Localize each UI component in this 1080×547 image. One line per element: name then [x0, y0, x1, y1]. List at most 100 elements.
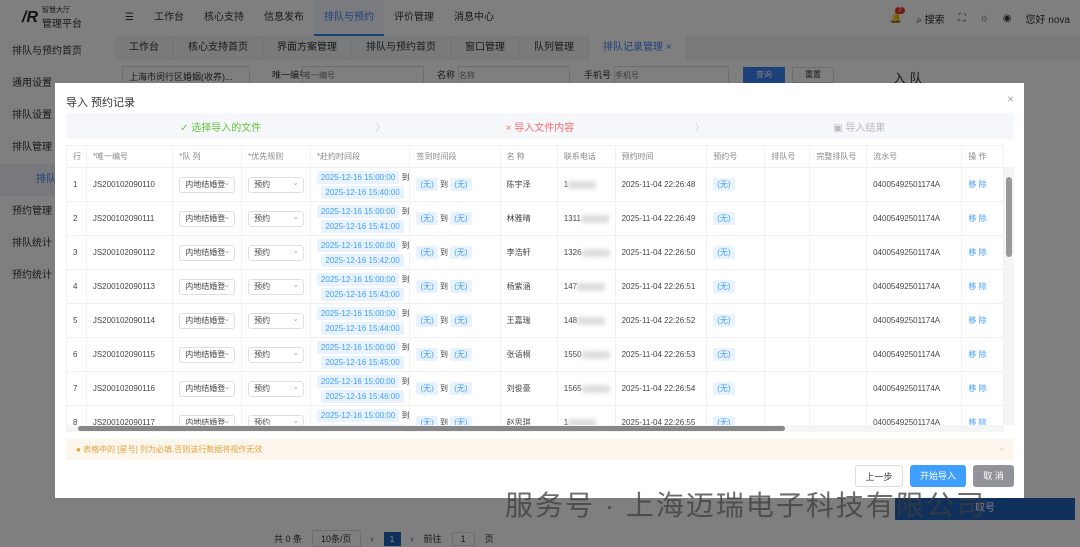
phone-blur — [581, 350, 610, 359]
table-row: 7 JS200102090116 内地结婚登预约 2025-12-16 15:00… — [66, 371, 1004, 406]
appointment-no: (无) — [713, 416, 735, 425]
watermark: 服务号 · 上海迈瑞电子科技有限公司 — [505, 490, 986, 521]
queue-select[interactable]: 内地结婚登 — [179, 278, 236, 295]
unique-id: JS200102090113 — [92, 282, 155, 291]
name: 陈宇泽 — [506, 180, 531, 189]
appointment-no: (无) — [713, 348, 735, 361]
start-time: 2025-12-16 15:00:00 — [316, 272, 400, 286]
column-header: 名 称 — [499, 145, 558, 168]
step-arrow-icon: 〉 — [694, 122, 705, 134]
appointment-time: 2025-11-04 22:26:49 — [621, 214, 696, 223]
serial-no: 04005492501174A — [873, 384, 941, 393]
to-label: 到 — [401, 206, 410, 216]
step-select-file: ✓ 选择导入的文件 — [180, 122, 262, 134]
modal-title: 导入 预约记录 — [66, 97, 136, 109]
queue-select[interactable]: 内地结婚登 — [179, 210, 236, 227]
row-number: 1 — [73, 180, 78, 189]
queue-select[interactable]: 内地结婚登 — [179, 414, 236, 425]
to-label: 到 — [440, 282, 449, 291]
queue-select[interactable]: 内地结婚登 — [179, 244, 236, 261]
checkin-start: (无) — [416, 212, 438, 225]
phone: 1326 — [563, 248, 582, 257]
vertical-scrollbar[interactable] — [1004, 167, 1014, 425]
appointment-time: 2025-11-04 22:26:51 — [621, 282, 696, 291]
start-time: 2025-12-16 15:00:00 — [316, 204, 400, 218]
remove-link[interactable]: 移 除 — [968, 248, 986, 257]
checkin-end: (无) — [450, 178, 472, 191]
column-header: 联系电话 — [556, 145, 616, 168]
column-header: 操 作 — [961, 145, 1004, 168]
serial-no: 04005492501174A — [873, 418, 941, 425]
warning-close-icon[interactable]: × — [999, 439, 1004, 460]
remove-link[interactable]: 移 除 — [968, 316, 986, 325]
remove-link[interactable]: 移 除 — [968, 282, 986, 291]
priority-select[interactable]: 预约 — [248, 278, 305, 295]
queue-select[interactable]: 内地结婚登 — [179, 346, 236, 363]
table-row: 5 JS200102090114 内地结婚登预约 2025-12-16 15:00… — [66, 303, 1004, 338]
step-arrow-icon: 〉 — [375, 122, 386, 134]
appointment-time: 2025-11-04 22:26:55 — [621, 418, 696, 425]
remove-link[interactable]: 移 除 — [968, 214, 986, 223]
row-number: 7 — [73, 384, 78, 393]
end-time: 2025-12-16 15:45:00 — [321, 355, 404, 369]
priority-select[interactable]: 预约 — [248, 244, 305, 261]
remove-link[interactable]: 移 除 — [968, 350, 986, 359]
to-label: 到 — [401, 410, 410, 420]
to-label: 到 — [440, 418, 449, 425]
column-header: 完整排队号 — [809, 145, 868, 168]
queue-select[interactable]: 内地结婚登 — [179, 312, 236, 329]
checkin-start: (无) — [416, 382, 438, 395]
table-row: 2 JS200102090111 内地结婚登预约 2025-12-16 15:00… — [66, 201, 1004, 236]
queue-select[interactable]: 内地结婚登 — [179, 176, 236, 193]
unique-id: JS200102090111 — [92, 214, 155, 223]
priority-select[interactable]: 预约 — [248, 380, 305, 397]
phone-blur — [581, 248, 610, 257]
remove-link[interactable]: 移 除 — [968, 384, 986, 393]
table-row: 6 JS200102090115 内地结婚登预约 2025-12-16 15:00… — [66, 337, 1004, 372]
warning-text: 表格中的 [星号] 列为必填,否则该行数据将视作无效 — [83, 445, 263, 454]
to-label: 到 — [401, 240, 410, 250]
priority-select[interactable]: 预约 — [248, 346, 305, 363]
table-row: 3 JS200102090112 内地结婚登预约 2025-12-16 15:00… — [66, 235, 1004, 270]
column-header: *优先规则 — [241, 145, 311, 168]
checkin-start: (无) — [416, 348, 438, 361]
phone: 1311 — [563, 214, 581, 223]
end-time: 2025-12-16 15:40:00 — [321, 185, 404, 199]
serial-no: 04005492501174A — [873, 248, 941, 257]
phone-blur — [568, 180, 597, 189]
name: 王嘉瑞 — [506, 316, 531, 325]
end-time: 2025-12-16 15:43:00 — [321, 287, 404, 301]
step-import-content: × 导入文件内容 — [505, 122, 575, 134]
checkin-start: (无) — [416, 314, 438, 327]
start-time: 2025-12-16 15:00:00 — [316, 374, 400, 388]
priority-select[interactable]: 预约 — [248, 176, 305, 193]
checkin-start: (无) — [416, 416, 438, 425]
end-time: 2025-12-16 15:46:00 — [321, 389, 404, 403]
remove-link[interactable]: 移 除 — [968, 418, 986, 425]
checkin-start: (无) — [416, 246, 438, 259]
horizontal-scrollbar[interactable] — [66, 425, 1004, 432]
remove-link[interactable]: 移 除 — [968, 180, 986, 189]
to-label: 到 — [440, 180, 449, 189]
queue-select[interactable]: 内地结婚登 — [179, 380, 236, 397]
appointment-no: (无) — [713, 212, 735, 225]
priority-select[interactable]: 预约 — [248, 312, 305, 329]
priority-select[interactable]: 预约 — [248, 210, 305, 227]
priority-select[interactable]: 预约 — [248, 414, 305, 425]
table-row: 4 JS200102090113 内地结婚登预约 2025-12-16 15:00… — [66, 269, 1004, 304]
import-modal: 导入 预约记录 × ✓ 选择导入的文件 〉 × 导入文件内容 〉 ▣ 导入结果 … — [55, 83, 1024, 498]
warning-icon: ● — [76, 445, 81, 454]
checkin-end: (无) — [450, 382, 472, 395]
column-header: *赴约时间段 — [309, 145, 411, 168]
close-icon[interactable]: × — [1007, 92, 1014, 106]
name: 张语桐 — [506, 350, 531, 359]
checkin-end: (无) — [450, 280, 472, 293]
to-label: 到 — [440, 350, 449, 359]
phone-blur — [577, 316, 606, 325]
name: 李浩轩 — [506, 248, 531, 257]
appointment-no: (无) — [713, 314, 735, 327]
unique-id: JS200102090117 — [92, 418, 155, 425]
checkin-start: (无) — [416, 280, 438, 293]
serial-no: 04005492501174A — [873, 180, 941, 189]
to-label: 到 — [401, 342, 410, 352]
